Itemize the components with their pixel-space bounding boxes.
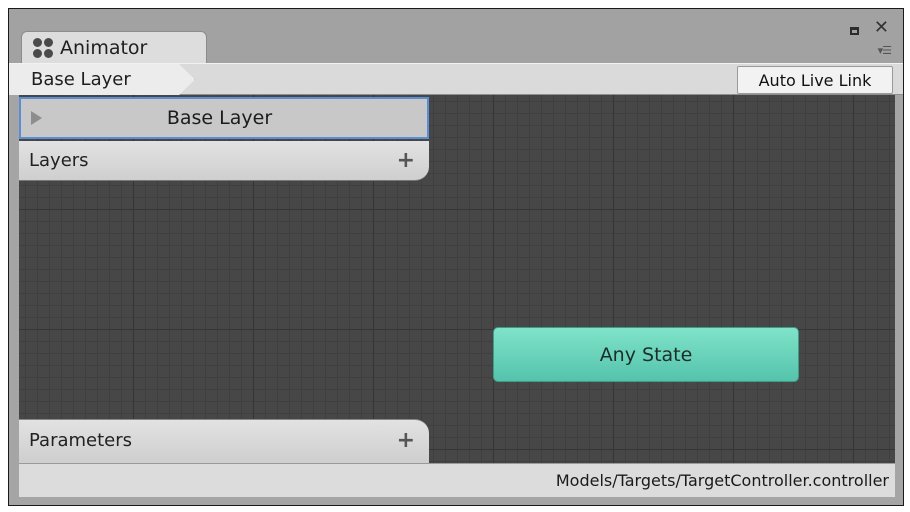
maximize-icon[interactable] xyxy=(850,27,859,35)
add-layer-icon[interactable]: + xyxy=(397,149,415,172)
breadcrumb-toolbar: Base Layer Auto Live Link xyxy=(9,63,903,95)
animator-window: Animator ✕ ▾☰ Base Layer Auto Live Link … xyxy=(8,8,904,506)
layer-item-base-layer[interactable]: Base Layer xyxy=(19,97,429,139)
parameters-panel-header: Parameters + xyxy=(19,419,429,461)
layers-panel-header: Layers + xyxy=(19,141,429,181)
add-parameter-icon[interactable]: + xyxy=(397,429,415,452)
tab-title: Animator xyxy=(60,36,148,59)
state-machine-graph[interactable]: Base Layer Layers + Any State Parameters… xyxy=(19,95,895,463)
close-icon[interactable]: ✕ xyxy=(874,19,889,37)
layer-item-label: Base Layer xyxy=(166,107,273,129)
parameters-panel-title: Parameters xyxy=(29,430,133,451)
animator-tab[interactable]: Animator xyxy=(21,31,207,63)
panel-menu-icon[interactable]: ▾☰ xyxy=(878,45,892,56)
layers-panel-title: Layers xyxy=(29,150,89,171)
expand-arrow-icon[interactable] xyxy=(31,111,42,125)
status-bar: Models/Targets/TargetController.controll… xyxy=(19,463,895,497)
auto-live-link-button[interactable]: Auto Live Link xyxy=(737,66,893,94)
title-bar: Animator ✕ ▾☰ xyxy=(9,9,903,63)
controller-path: Models/Targets/TargetController.controll… xyxy=(555,471,889,490)
any-state-node[interactable]: Any State xyxy=(493,327,799,382)
animator-icon xyxy=(32,37,54,59)
breadcrumb-base-layer[interactable]: Base Layer xyxy=(9,64,195,95)
